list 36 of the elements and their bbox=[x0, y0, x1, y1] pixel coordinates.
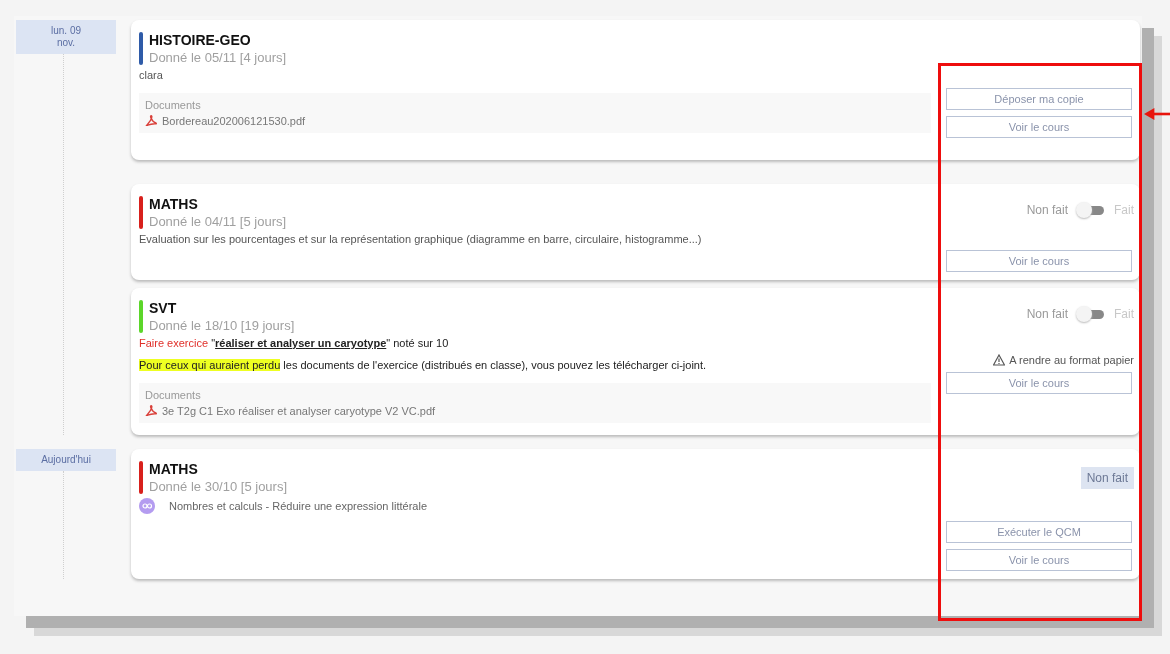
status-badge: Non fait bbox=[1080, 467, 1134, 489]
action-button[interactable]: Voir le cours bbox=[946, 549, 1132, 571]
homework-text: Pour ceux qui auraient perdu les documents de l'exercice (distribués en classe), vous pouvez les télécharger ci-joint. bbox=[139, 359, 708, 371]
homework-text: Evaluation sur les pourcentages et sur la représentation graphique (diagramme en barre, circulaire, histogramme...) bbox=[139, 233, 703, 245]
file-link[interactable]: Bordereau202006121530.pdf bbox=[162, 114, 306, 127]
file-link[interactable]: 3e T2g C1 Exo réaliser et analyser caryotype V2 VC.pdf bbox=[162, 404, 436, 417]
done-switch[interactable] bbox=[1076, 306, 1106, 322]
subject-title: HISTOIRE-GEO bbox=[149, 32, 252, 48]
documents-label: Documents bbox=[145, 389, 201, 401]
subject-title: MATHS bbox=[149, 461, 199, 477]
date-label: Aujourd'hui bbox=[16, 449, 116, 471]
action-button[interactable]: Exécuter le QCM bbox=[946, 521, 1132, 543]
arrow-icon bbox=[1144, 107, 1170, 121]
warning-icon bbox=[993, 354, 1006, 366]
homework-text: Faire exercice "réaliser et analyser un caryotype" noté sur 10 bbox=[139, 337, 450, 349]
note-text: A rendre au format papier bbox=[1009, 354, 1134, 366]
subject-title: MATHS bbox=[149, 196, 199, 212]
homework-text: clara bbox=[139, 69, 164, 81]
action-button[interactable]: Voir le cours bbox=[946, 116, 1132, 138]
subject-title: SVT bbox=[149, 300, 178, 316]
given-date: Donné le 30/10 [5 jours] bbox=[149, 479, 288, 494]
not-done-label: Non fait bbox=[1026, 203, 1068, 217]
pdf-icon bbox=[145, 114, 158, 127]
given-date: Donné le 18/10 [19 jours] bbox=[149, 318, 295, 333]
pdf-icon bbox=[145, 404, 158, 417]
action-button[interactable]: Déposer ma copie bbox=[946, 88, 1132, 110]
date-label: lun. 09 nov. bbox=[16, 20, 116, 54]
quiz-title[interactable]: Nombres et calculs - Réduire une expression littérale bbox=[169, 500, 427, 512]
not-done-label: Non fait bbox=[1026, 307, 1068, 321]
quiz-icon bbox=[139, 498, 155, 514]
done-switch[interactable] bbox=[1076, 202, 1106, 218]
action-button[interactable]: Voir le cours bbox=[946, 250, 1132, 272]
given-date: Donné le 04/11 [5 jours] bbox=[149, 214, 287, 229]
action-button[interactable]: Voir le cours bbox=[946, 372, 1132, 394]
given-date: Donné le 05/11 [4 jours] bbox=[149, 50, 287, 65]
documents-label: Documents bbox=[145, 99, 201, 111]
